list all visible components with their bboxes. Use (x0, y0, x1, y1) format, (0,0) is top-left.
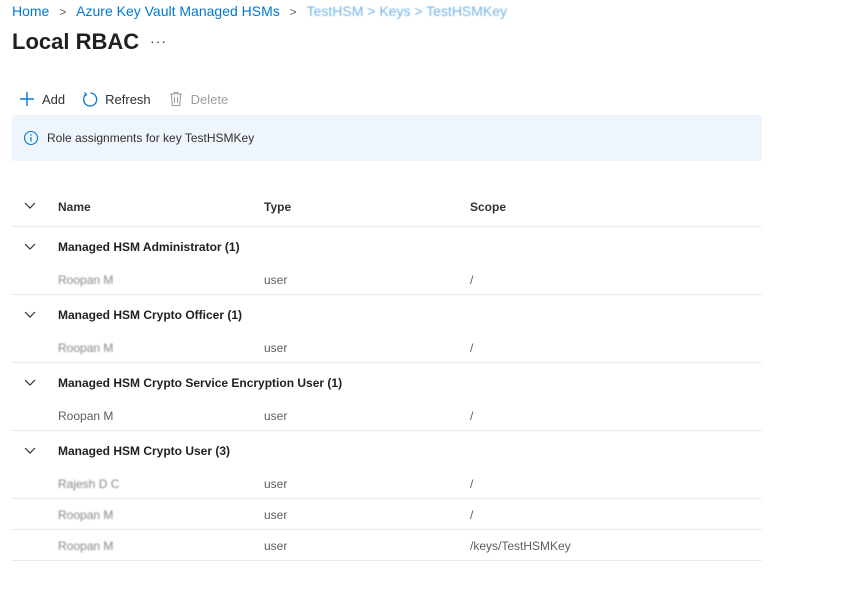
info-banner: Role assignments for key TestHSMKey (12, 115, 762, 161)
cell-type: user (264, 273, 288, 287)
cell-scope: / (470, 508, 474, 522)
cell-type: user (264, 341, 288, 355)
table-row[interactable]: Roopan M user / (12, 329, 762, 363)
cell-name: Roopan M (58, 508, 114, 522)
group-collapse-chevron-down-icon[interactable] (23, 444, 37, 458)
group-header-row[interactable]: Managed HSM Administrator (1) (12, 227, 762, 261)
cell-scope: / (470, 341, 474, 355)
info-icon (23, 130, 39, 146)
add-icon (18, 90, 36, 108)
group-header-row[interactable]: Managed HSM Crypto User (3) (12, 431, 762, 465)
cell-name: Roopan M (58, 539, 114, 553)
delete-button-label: Delete (190, 91, 229, 107)
role-assignments-grid: Name Type Scope Managed HSM Administrato… (12, 190, 762, 561)
cell-name: Rajesh D C (58, 477, 120, 491)
group-collapse-chevron-down-icon[interactable] (23, 240, 37, 254)
group-header-row[interactable]: Managed HSM Crypto Officer (1) (12, 295, 762, 329)
cell-type: user (264, 409, 288, 423)
group-label: Managed HSM Administrator (1) (58, 240, 240, 254)
collapse-all-chevron-down-icon[interactable] (23, 199, 37, 213)
table-row[interactable]: Roopan M user / (12, 261, 762, 295)
info-banner-text: Role assignments for key TestHSMKey (47, 131, 255, 145)
breadcrumb-current-link[interactable]: TestHSM > Keys > TestHSMKey (307, 3, 507, 19)
cell-name: Roopan M (58, 273, 114, 287)
group-collapse-chevron-down-icon[interactable] (23, 376, 37, 390)
cell-type: user (264, 477, 288, 491)
table-row[interactable]: Roopan M user /keys/TestHSMKey (12, 530, 762, 561)
delete-icon (167, 90, 185, 108)
group-label: Managed HSM Crypto User (3) (58, 444, 231, 458)
cell-type: user (264, 539, 288, 553)
cell-scope: / (470, 477, 474, 491)
page-title: Local RBAC (12, 29, 140, 54)
refresh-button[interactable]: Refresh (81, 90, 151, 108)
add-button-label: Add (42, 91, 66, 107)
column-header-scope[interactable]: Scope (470, 200, 506, 214)
table-row[interactable]: Rajesh D C user / (12, 465, 762, 499)
add-button[interactable]: Add (18, 90, 65, 108)
group-label: Managed HSM Crypto Officer (1) (58, 308, 243, 322)
cell-name: Roopan M (58, 409, 114, 423)
breadcrumb: Home > Azure Key Vault Managed HSMs > Te… (12, 3, 507, 19)
column-header-name[interactable]: Name (58, 200, 91, 214)
breadcrumb-separator-icon: > (59, 5, 67, 19)
cell-scope: /keys/TestHSMKey (470, 539, 571, 553)
breadcrumb-separator-icon: > (289, 5, 297, 19)
breadcrumb-managed-hsms-link[interactable]: Azure Key Vault Managed HSMs (76, 3, 280, 19)
refresh-button-label: Refresh (105, 91, 151, 107)
table-row[interactable]: Roopan M user / (12, 397, 762, 431)
breadcrumb-home-link[interactable]: Home (12, 3, 49, 19)
refresh-icon (81, 90, 99, 108)
cell-scope: / (470, 409, 474, 423)
cell-name: Roopan M (58, 341, 114, 355)
command-bar: Add Refresh Delete (18, 88, 244, 110)
grid-header-row: Name Type Scope (12, 190, 762, 227)
group-collapse-chevron-down-icon[interactable] (23, 308, 37, 322)
delete-button[interactable]: Delete (167, 90, 229, 108)
column-header-type[interactable]: Type (264, 200, 291, 214)
cell-scope: / (470, 273, 474, 287)
more-options-icon[interactable]: ··· (150, 33, 167, 49)
table-row[interactable]: Roopan M user / (12, 499, 762, 530)
group-label: Managed HSM Crypto Service Encryption Us… (58, 376, 343, 390)
cell-type: user (264, 508, 288, 522)
group-header-row[interactable]: Managed HSM Crypto Service Encryption Us… (12, 363, 762, 397)
